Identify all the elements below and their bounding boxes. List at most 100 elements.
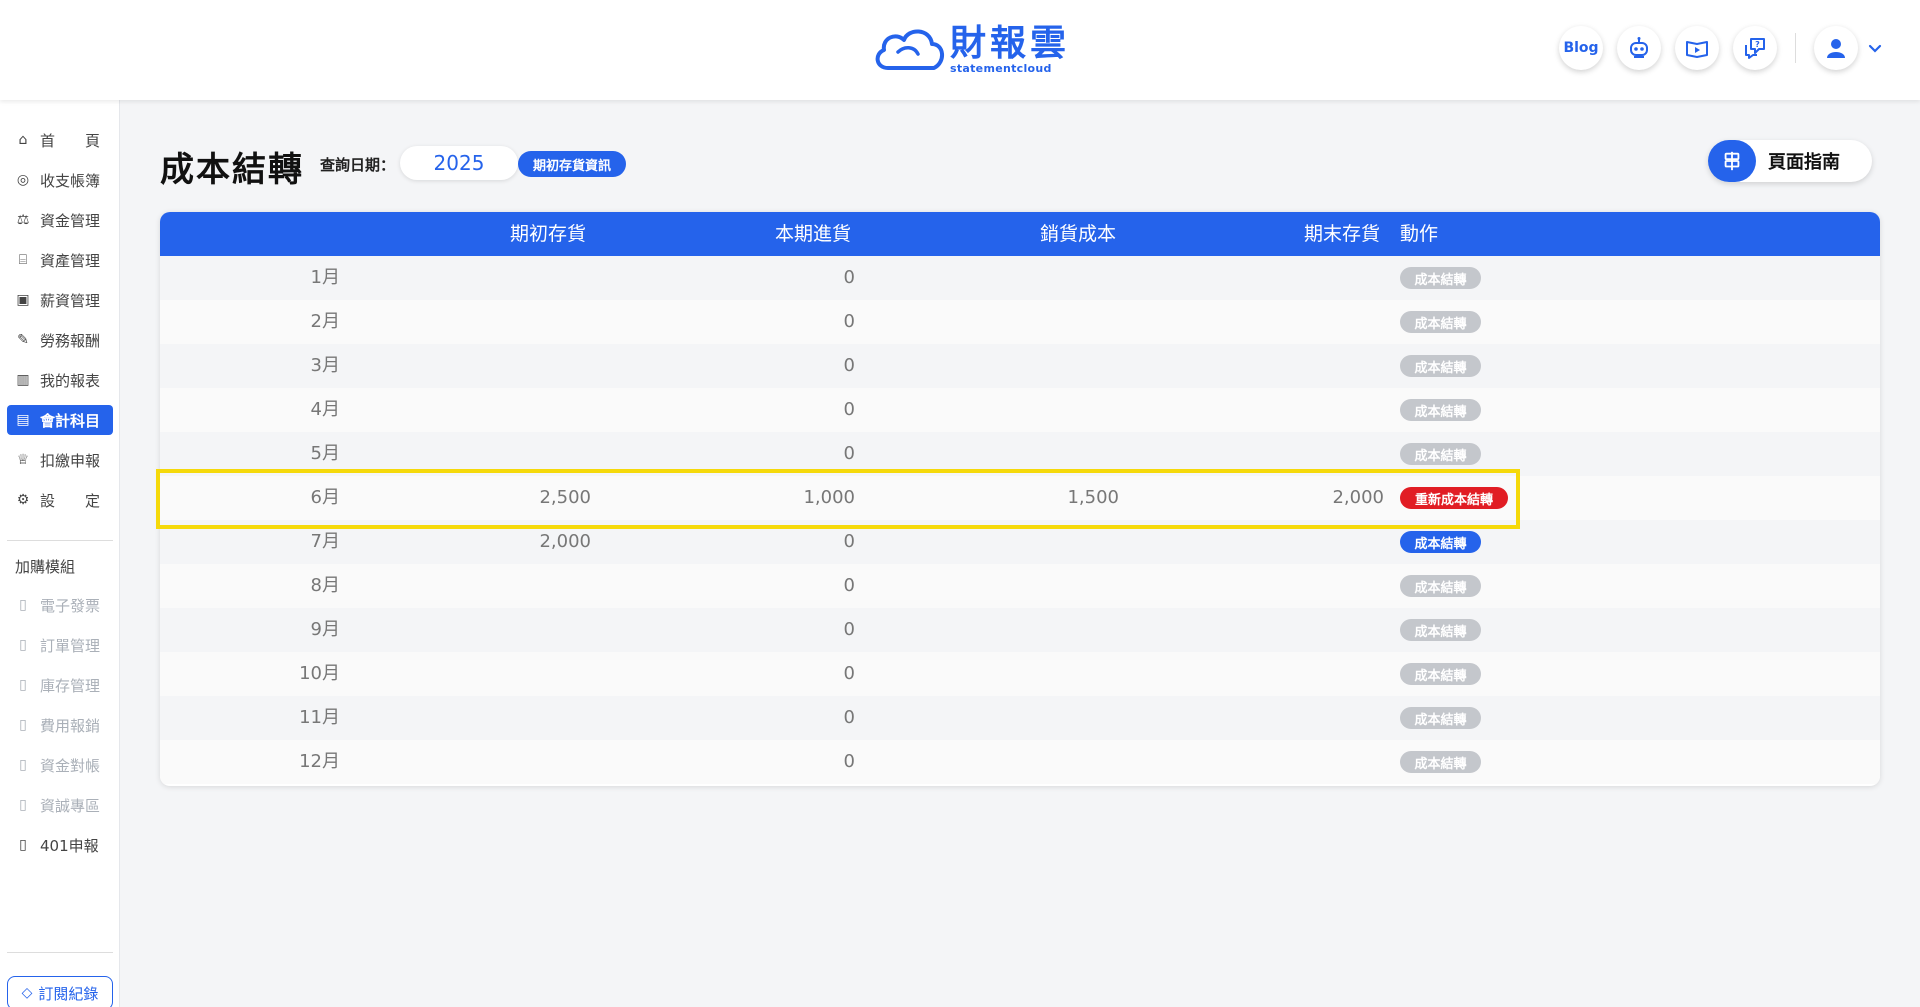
video-guide-button[interactable] xyxy=(1675,26,1719,70)
cell-closing xyxy=(1160,388,1384,432)
cost-transfer-button[interactable]: 成本結轉 xyxy=(1400,267,1481,289)
subscription-button[interactable]: ◇ 訂閱紀錄 xyxy=(7,976,113,1007)
diamond-icon: ◇ xyxy=(21,985,33,1001)
cell-purchase: 0 xyxy=(843,443,855,464)
cell-purchase: 0 xyxy=(843,619,855,640)
sidebar-item-home[interactable]: ⌂ 首 頁 xyxy=(7,125,113,155)
opening-inventory-info-button[interactable]: 期初存貨資訊 xyxy=(518,151,626,177)
header-cogs: 銷貨成本 xyxy=(1040,223,1117,245)
chat-help-icon: ? xyxy=(1745,38,1765,59)
cell-closing xyxy=(1160,608,1384,652)
cell-cogs xyxy=(920,564,1119,608)
sidebar-item-payroll[interactable]: ▣ 薪資管理 xyxy=(7,285,113,315)
sidebar-item-label: 資金管理 xyxy=(40,211,101,230)
table-row: 4月 0 成本結轉 xyxy=(160,388,1880,432)
cell-opening xyxy=(360,652,591,696)
table-row: 1月 0 成本結轉 xyxy=(160,256,1880,300)
logo-title: 財報雲 xyxy=(950,23,1071,64)
sidebar-addon-reconciliation[interactable]: ▯ 資金對帳 xyxy=(7,750,113,780)
cell-purchase: 0 xyxy=(843,531,855,552)
table-header: 期初存貨 本期進貨 銷貨成本 期末存貨 動作 xyxy=(160,212,1880,256)
cell-purchase: 0 xyxy=(843,663,855,684)
cell-purchase: 0 xyxy=(843,707,855,728)
cost-transfer-button[interactable]: 成本結轉 xyxy=(1400,707,1481,729)
module-icon: ▯ xyxy=(19,717,27,733)
sidebar-item-label: 費用報銷 xyxy=(40,716,101,735)
cost-transfer-button[interactable]: 成本結轉 xyxy=(1400,531,1481,553)
cell-month: 5月 xyxy=(310,443,340,464)
cell-closing xyxy=(1160,652,1384,696)
sidebar-addon-einvoice[interactable]: ▯ 電子發票 xyxy=(7,590,113,620)
cost-transfer-button[interactable]: 成本結轉 xyxy=(1400,311,1481,333)
sidebar-item-label: 庫存管理 xyxy=(40,676,101,695)
sidebar-item-settings[interactable]: ⚙ 設 定 xyxy=(7,485,113,515)
addon-section-title: 加購模組 xyxy=(15,558,76,576)
cost-transfer-button[interactable]: 成本結轉 xyxy=(1400,663,1481,685)
year-select[interactable]: 2025 xyxy=(400,146,518,180)
sidebar-divider xyxy=(7,952,113,953)
sidebar-item-labor[interactable]: ✎ 勞務報酬 xyxy=(7,325,113,355)
cell-cogs xyxy=(920,344,1119,388)
header-closing-inventory: 期末存貨 xyxy=(1304,223,1381,245)
ledger-icon: ▤ xyxy=(16,412,30,428)
module-icon: ▯ xyxy=(19,597,27,613)
sidebar-addon-401[interactable]: ▯ 401申報 xyxy=(7,830,113,860)
cell-purchase: 1,000 xyxy=(803,487,855,508)
cell-cogs xyxy=(920,300,1119,344)
cell-cogs xyxy=(920,256,1119,300)
cell-purchase: 0 xyxy=(843,399,855,420)
sidebar-item-withholding[interactable]: ♕ 扣繳申報 xyxy=(7,445,113,475)
cell-purchase: 0 xyxy=(843,575,855,596)
table-row: 7月 2,000 0 成本結轉 xyxy=(160,520,1880,564)
cell-cogs xyxy=(920,432,1119,476)
chevron-down-icon[interactable] xyxy=(1866,39,1884,57)
sidebar-item-funds[interactable]: ⚖ 資金管理 xyxy=(7,205,113,235)
cell-month: 2月 xyxy=(310,311,340,332)
cell-opening xyxy=(360,432,591,476)
brand-logo[interactable]: 財報雲 statementcloud xyxy=(870,22,1070,78)
cell-closing xyxy=(1160,300,1384,344)
cost-transfer-button[interactable]: 成本結轉 xyxy=(1400,355,1481,377)
header-divider xyxy=(1795,33,1796,63)
user-menu-button[interactable] xyxy=(1814,26,1858,70)
sidebar-item-accounts[interactable]: ▤ 會計科目 xyxy=(7,405,113,435)
sidebar: ⌂ 首 頁 ◎ 收支帳簿 ⚖ 資金管理 ⌸ 資產管理 ▣ 薪資管理 ✎ 勞務報酬 ▥ 我的報表… xyxy=(0,100,120,1007)
sidebar-item-ledger-book[interactable]: ◎ 收支帳簿 xyxy=(7,165,113,195)
help-chat-button[interactable]: ? xyxy=(1733,26,1777,70)
table-row: 9月 0 成本結轉 xyxy=(160,608,1880,652)
sidebar-item-label: 勞務報酬 xyxy=(40,331,101,350)
sidebar-addon-inventory[interactable]: ▯ 庫存管理 xyxy=(7,670,113,700)
sidebar-item-assets[interactable]: ⌸ 資產管理 xyxy=(7,245,113,275)
top-header: 財報雲 statementcloud Blog ? xyxy=(0,0,1920,100)
cost-transfer-button[interactable]: 成本結轉 xyxy=(1400,751,1481,773)
redo-cost-transfer-button[interactable]: 重新成本結轉 xyxy=(1400,487,1508,509)
cell-closing: 2,000 xyxy=(1332,487,1384,508)
cost-transfer-button[interactable]: 成本結轉 xyxy=(1400,399,1481,421)
logo-subtitle: statementcloud xyxy=(950,62,1052,75)
ai-assistant-button[interactable] xyxy=(1617,26,1661,70)
sidebar-addon-pwc[interactable]: ▯ 資誠專區 xyxy=(7,790,113,820)
cell-opening xyxy=(360,388,591,432)
sidebar-addon-orders[interactable]: ▯ 訂單管理 xyxy=(7,630,113,660)
sidebar-item-reports[interactable]: ▥ 我的報表 xyxy=(7,365,113,395)
table-row: 3月 0 成本結轉 xyxy=(160,344,1880,388)
cell-month: 6月 xyxy=(310,487,340,508)
blog-button[interactable]: Blog xyxy=(1559,26,1603,70)
cost-transfer-button[interactable]: 成本結轉 xyxy=(1400,443,1481,465)
table-row: 12月 0 成本結轉 xyxy=(160,740,1880,784)
sidebar-addon-expenses[interactable]: ▯ 費用報銷 xyxy=(7,710,113,740)
cost-transfer-button[interactable]: 成本結轉 xyxy=(1400,575,1481,597)
page-guide-button[interactable]: 頁面指南 xyxy=(1708,140,1872,182)
table-row: 5月 0 成本結轉 xyxy=(160,432,1880,476)
cell-opening xyxy=(360,300,591,344)
page-guide-label: 頁面指南 xyxy=(1768,152,1840,173)
labor-icon: ✎ xyxy=(17,332,29,348)
fund-icon: ⚖ xyxy=(16,212,30,228)
sidebar-item-label: 訂單管理 xyxy=(40,636,101,655)
cell-opening xyxy=(360,608,591,652)
cell-purchase: 0 xyxy=(843,311,855,332)
cell-cogs xyxy=(920,740,1119,784)
cell-closing xyxy=(1160,564,1384,608)
sidebar-divider xyxy=(7,540,113,541)
cost-transfer-button[interactable]: 成本結轉 xyxy=(1400,619,1481,641)
